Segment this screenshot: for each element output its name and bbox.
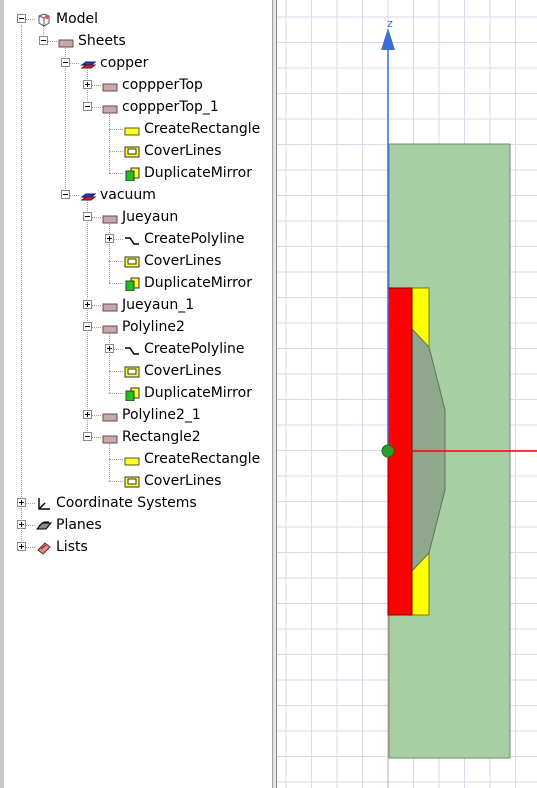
tree-item-jueyaun-1[interactable]: Jueyaun_1	[0, 294, 272, 316]
tree-item-label: CreateRectangle	[144, 121, 261, 137]
tree-connector	[109, 283, 123, 284]
tree-item-duplicatemirror[interactable]: DuplicateMirror	[0, 162, 272, 184]
tree-item-label: Polyline2	[122, 319, 185, 335]
tree-item-label: vacuum	[100, 187, 156, 203]
tree-item-copppertop[interactable]: coppperTop	[0, 74, 272, 96]
collapse-icon[interactable]	[61, 190, 70, 199]
tree-item-vacuum[interactable]: vacuum	[0, 184, 272, 206]
tree-item-label: CreatePolyline	[144, 231, 245, 247]
tree-connector	[109, 151, 123, 152]
collapse-icon[interactable]	[17, 14, 26, 23]
tree-connector	[109, 393, 123, 394]
tree-item-label: CreatePolyline	[144, 341, 245, 357]
tree-item-coverlines[interactable]: CoverLines	[0, 360, 272, 382]
tree-item-planes[interactable]: Planes	[0, 514, 272, 536]
expand-icon[interactable]	[83, 300, 92, 309]
tree-item-rectangle2[interactable]: Rectangle2	[0, 426, 272, 448]
tree-item-coverlines[interactable]: CoverLines	[0, 470, 272, 492]
tree-item-copper[interactable]: copper	[0, 52, 272, 74]
tree-connector	[109, 459, 123, 460]
tree-item-createrectangle[interactable]: CreateRectangle	[0, 448, 272, 470]
tree-item-label: DuplicateMirror	[144, 275, 252, 291]
expand-icon[interactable]	[83, 80, 92, 89]
tree-item-label: Lists	[56, 539, 88, 555]
expand-icon[interactable]	[83, 410, 92, 419]
lists-icon	[36, 540, 52, 562]
tree-item-label: Jueyaun_1	[122, 297, 195, 313]
tree-item-coverlines[interactable]: CoverLines	[0, 140, 272, 162]
tree-item-label: coppperTop_1	[122, 99, 219, 115]
tree-item-label: CoverLines	[144, 363, 222, 379]
collapse-icon[interactable]	[83, 322, 92, 331]
tree-item-label: DuplicateMirror	[144, 165, 252, 181]
tree-connector	[109, 481, 123, 482]
tree-item-coordinate-systems[interactable]: Coordinate Systems	[0, 492, 272, 514]
tree-item-createrectangle[interactable]: CreateRectangle	[0, 118, 272, 140]
collapse-icon[interactable]	[83, 102, 92, 111]
tree-item-label: Jueyaun	[122, 209, 179, 225]
tree-item-lists[interactable]: Lists	[0, 536, 272, 558]
tree-item-label: CoverLines	[144, 143, 222, 159]
expand-icon[interactable]	[17, 520, 26, 529]
tree-connector	[109, 129, 123, 130]
tree-item-label: CoverLines	[144, 253, 222, 269]
tree-connector	[109, 261, 123, 262]
tree-item-label: copper	[100, 55, 149, 71]
expand-icon[interactable]	[17, 542, 26, 551]
tree-item-label: Model	[56, 11, 99, 27]
tree-item-jueyaun[interactable]: Jueyaun	[0, 206, 272, 228]
viewport-canvas[interactable]: z	[277, 0, 537, 788]
tree-item-duplicatemirror[interactable]: DuplicateMirror	[0, 382, 272, 404]
model-tree-panel[interactable]: Model Sheets copper coppperTop coppperTop_1 C…	[0, 0, 272, 788]
tree-item-label: Polyline2_1	[122, 407, 201, 423]
expand-icon[interactable]	[17, 498, 26, 507]
expand-icon[interactable]	[105, 234, 114, 243]
tree-item-label: Coordinate Systems	[56, 495, 197, 511]
tree-item-coverlines[interactable]: CoverLines	[0, 250, 272, 272]
tree-item-label: Rectangle2	[122, 429, 201, 445]
tree-connector	[109, 371, 123, 372]
tree-item-label: Sheets	[78, 33, 126, 49]
tree-item-polyline2-1[interactable]: Polyline2_1	[0, 404, 272, 426]
tree-item-duplicatemirror[interactable]: DuplicateMirror	[0, 272, 272, 294]
panel-edge	[0, 0, 4, 788]
tree-item-label: CoverLines	[144, 473, 222, 489]
tree-item-label: DuplicateMirror	[144, 385, 252, 401]
tree-item-createpolyline[interactable]: CreatePolyline	[0, 228, 272, 250]
tree-item-copppertop-1[interactable]: coppperTop_1	[0, 96, 272, 118]
tree-item-sheets[interactable]: Sheets	[0, 30, 272, 52]
collapse-icon[interactable]	[39, 36, 48, 45]
tree-item-label: coppperTop	[122, 77, 203, 93]
tree-item-model[interactable]: Model	[0, 8, 272, 30]
tree-connector	[109, 173, 123, 174]
z-axis-arrowhead	[381, 28, 395, 50]
tree-item-label: Planes	[56, 517, 102, 533]
expand-icon[interactable]	[105, 344, 114, 353]
collapse-icon[interactable]	[83, 432, 92, 441]
tree-item-label: CreateRectangle	[144, 451, 261, 467]
tree-item-createpolyline[interactable]: CreatePolyline	[0, 338, 272, 360]
modeler-3d-viewport[interactable]: z	[277, 0, 537, 788]
origin-marker	[381, 444, 395, 458]
collapse-icon[interactable]	[83, 212, 92, 221]
collapse-icon[interactable]	[61, 58, 70, 67]
z-axis-label: z	[387, 17, 393, 30]
tree-item-polyline2[interactable]: Polyline2	[0, 316, 272, 338]
